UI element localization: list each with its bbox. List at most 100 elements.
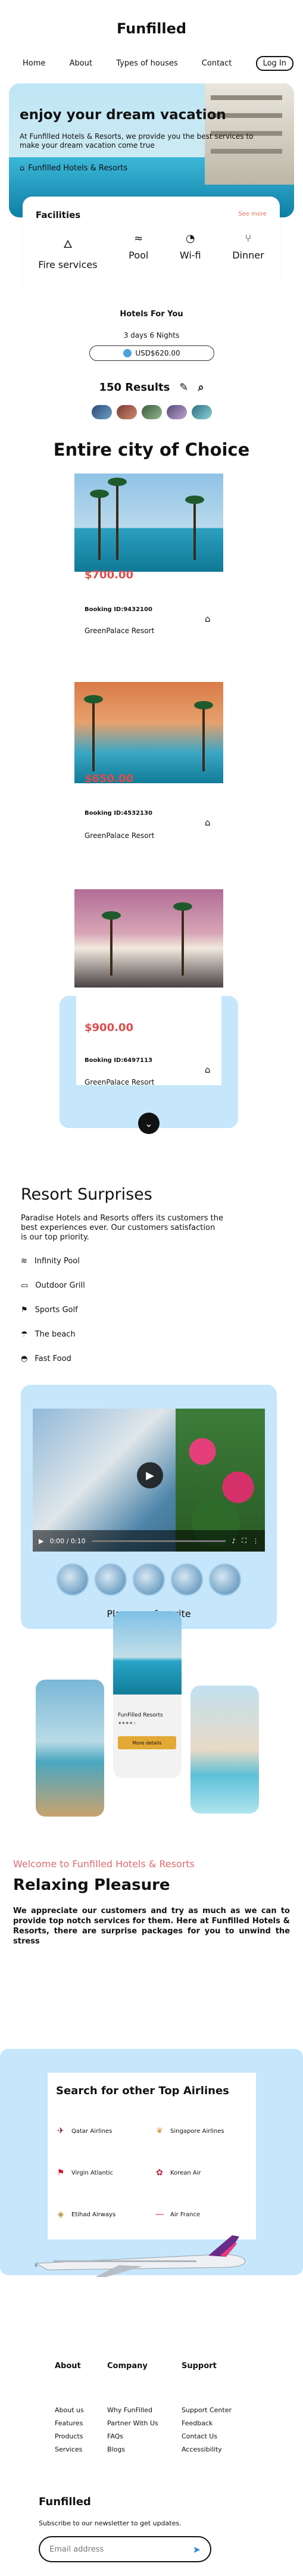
facility-dinner[interactable]: ⑂ Dinner [232, 232, 264, 270]
play-icon[interactable]: ▶ [137, 1462, 163, 1488]
palm-tree [173, 902, 192, 976]
pool-icon: ≋ [21, 1257, 27, 1266]
relax-description: We appreciate our customers and try as m… [13, 1907, 290, 1946]
login-button[interactable]: Log In [255, 56, 293, 71]
surprises-title: Resort Surprises [21, 1185, 152, 1204]
video-controls: ▶ 0:00 / 0:10 ♪ ⛶ ⋮ [33, 1530, 265, 1552]
category-chip[interactable] [116, 405, 137, 419]
facilities-title: Facilities [36, 210, 81, 220]
facility-wifi[interactable]: ◔ Wi-fi [180, 232, 201, 270]
more-icon[interactable]: ⋮ [252, 1537, 259, 1545]
results-bar: 150 Results ✎ ⌕ [0, 381, 303, 394]
home-icon[interactable]: ⌂ [205, 613, 211, 624]
video-progress[interactable] [91, 1540, 226, 1542]
home-icon[interactable]: ⌂ [205, 817, 211, 828]
send-icon[interactable]: ➤ [193, 2544, 201, 2555]
facilities-list: 🜂 Fire services ≈ Pool ◔ Wi-fi ⑂ Dinner [23, 232, 280, 270]
video-thumbnail[interactable] [95, 1563, 127, 1596]
video-thumbnail[interactable] [171, 1563, 203, 1596]
palm-tree [194, 701, 213, 771]
footer-link[interactable]: About us [55, 2406, 84, 2414]
footer-link[interactable]: Feedback [182, 2419, 213, 2427]
hero-location-label: Funfilled Hotels & Resorts [28, 164, 128, 173]
airline-item[interactable]: ― Air France [155, 2210, 200, 2219]
nav-types[interactable]: Types of houses [116, 59, 177, 68]
footer-link[interactable]: Features [55, 2419, 83, 2427]
palm-tree [102, 911, 121, 976]
wifi-icon: ◔ [185, 232, 195, 245]
palm-tree [84, 695, 103, 771]
footer-company-title: Company [107, 2362, 148, 2371]
price-filter[interactable]: USD$620.00 [89, 345, 214, 361]
fullscreen-icon[interactable]: ⛶ [242, 1537, 246, 1545]
gallery-photo[interactable] [190, 1686, 259, 1814]
nav-home[interactable]: Home [23, 59, 45, 68]
volume-icon[interactable]: ♪ [232, 1537, 236, 1545]
singapore-logo-icon: ❦ [156, 2126, 163, 2136]
amenity-item: ☂ The beach [21, 1330, 76, 1339]
video-thumbnail[interactable] [133, 1563, 165, 1596]
amenity-item: ⚑ Sports Golf [21, 1306, 78, 1315]
amenity-item: ▭ Outdoor Grill [21, 1281, 85, 1290]
gallery-photo[interactable] [36, 1680, 104, 1817]
facility-label: Pool [129, 250, 149, 261]
edit-icon[interactable]: ✎ [179, 381, 188, 394]
footer-link[interactable]: Why FunFilled [107, 2406, 152, 2414]
facility-fire[interactable]: 🜂 Fire services [38, 232, 97, 270]
footer-link[interactable]: Support Center [182, 2406, 232, 2414]
see-more-link[interactable]: See more [238, 211, 267, 217]
resort-photo[interactable] [74, 682, 223, 783]
airline-name: Virgin Atlantic [71, 2169, 114, 2176]
amenity-label: Infinity Pool [34, 1257, 80, 1266]
footer-link[interactable]: Products [55, 2432, 83, 2440]
airline-item[interactable]: ✿ Korean Air [155, 2168, 201, 2178]
facility-pool[interactable]: ≈ Pool [129, 232, 148, 270]
brand-logo[interactable]: Funfilled [0, 20, 303, 37]
home-icon[interactable]: ⌂ [205, 1064, 211, 1075]
resort-photo[interactable] [74, 889, 223, 988]
burger-icon: ◓ [21, 1354, 28, 1363]
video-player[interactable]: ▶ ▶ 0:00 / 0:10 ♪ ⛶ ⋮ [33, 1409, 265, 1552]
resort-photo[interactable] [74, 474, 223, 572]
chevron-down-icon[interactable]: ⌄ [138, 1113, 160, 1134]
home-icon: ⌂ [20, 164, 25, 173]
nav-contact[interactable]: Contact [202, 59, 232, 68]
airline-item[interactable]: ◈ Etihad Airways [56, 2210, 116, 2219]
pool-icon: ≈ [134, 232, 143, 245]
airplane-image [35, 2235, 246, 2277]
resort-name: GreenPalace Resort [85, 627, 155, 635]
relax-title: Relaxing Pleasure [13, 1876, 170, 1894]
listing-price: $650.00 [85, 773, 133, 785]
category-chip[interactable] [166, 405, 187, 419]
more-details-button[interactable]: More details [118, 1736, 176, 1749]
facility-label: Dinner [232, 250, 264, 261]
listing-price: $900.00 [85, 1021, 133, 1034]
email-field[interactable]: Email address ➤ [39, 2536, 211, 2562]
category-chip[interactable] [91, 405, 112, 419]
category-chip[interactable] [141, 405, 162, 419]
footer-link[interactable]: Accessibility [182, 2446, 222, 2453]
footer-link[interactable]: Contact Us [182, 2432, 217, 2440]
video-thumbnail[interactable] [57, 1563, 89, 1596]
search-icon[interactable]: ⌕ [198, 381, 204, 394]
airline-item[interactable]: ❦ Singapore Airlines [155, 2126, 224, 2136]
currency-icon [123, 349, 132, 357]
play-icon[interactable]: ▶ [39, 1537, 43, 1545]
footer-link[interactable]: Partner With Us [107, 2419, 158, 2427]
nav-about[interactable]: About [70, 59, 92, 68]
surprises-description: Paradise Hotels and Resorts offers its c… [21, 1214, 223, 1242]
top-nav: Home About Types of houses Contact Log I… [23, 56, 293, 71]
dinner-icon: ⑂ [245, 232, 252, 245]
video-thumbnail[interactable] [209, 1563, 241, 1596]
footer-link[interactable]: Services [55, 2446, 82, 2453]
hero-title: enjoy your dream vacation [20, 107, 226, 123]
promo-photo [113, 1611, 182, 1695]
footer-link[interactable]: FAQs [107, 2432, 123, 2440]
airline-item[interactable]: ✈ Qatar Airlines [56, 2126, 112, 2136]
category-chip[interactable] [191, 405, 212, 419]
korean-air-logo-icon: ✿ [156, 2168, 163, 2178]
city-title: Entire city of Choice [53, 440, 250, 460]
palm-tree [90, 490, 109, 560]
airline-item[interactable]: ⚑ Virgin Atlantic [56, 2168, 113, 2178]
footer-link[interactable]: Blogs [107, 2446, 125, 2453]
